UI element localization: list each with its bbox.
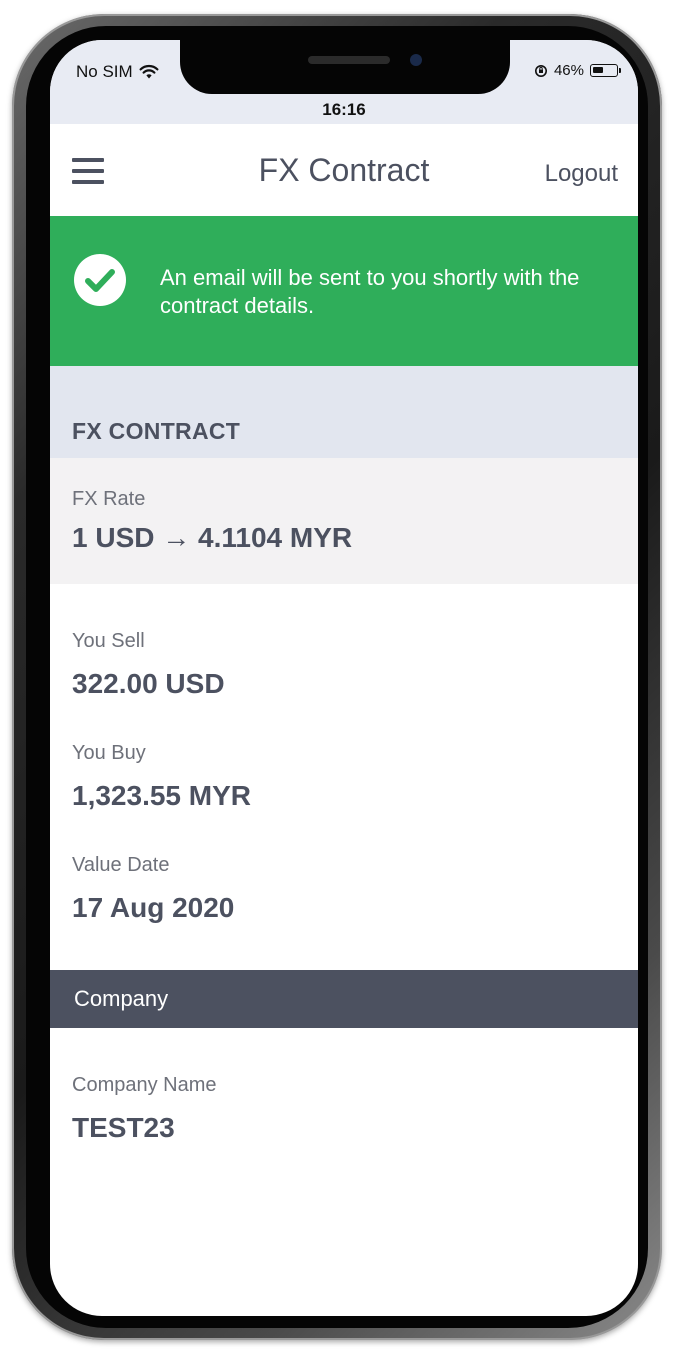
fx-rate-value: 1 USD → 4.1104 MYR xyxy=(72,522,353,553)
battery-indicator: 46% xyxy=(534,62,621,79)
speaker-grille xyxy=(308,56,390,64)
clock: 16:16 xyxy=(322,100,366,119)
status-bar: No SIM 46% 16:16 xyxy=(50,40,638,124)
camera-notch xyxy=(180,40,510,94)
front-camera xyxy=(410,54,422,66)
orientation-lock-icon xyxy=(534,64,547,77)
fx-rate-label: FX Rate xyxy=(72,488,146,510)
value-date-label: Value Date xyxy=(72,854,170,876)
logout-button[interactable]: Logout xyxy=(545,160,618,188)
battery-percent: 46% xyxy=(553,62,584,79)
you-buy-label: You Buy xyxy=(72,742,146,764)
fx-contract-section-header: FX CONTRACT xyxy=(50,366,638,458)
company-section-header: Company xyxy=(50,970,638,1028)
success-alert: An email will be sent to you shortly wit… xyxy=(50,216,638,366)
company-section-title: Company xyxy=(74,986,169,1011)
check-circle-icon xyxy=(74,254,126,306)
carrier-indicator: No SIM xyxy=(76,62,159,82)
you-sell-label: You Sell xyxy=(72,630,145,652)
company-name-value: TEST23 xyxy=(72,1112,175,1143)
fx-rate-block: FX Rate 1 USD → 4.1104 MYR xyxy=(50,458,638,584)
wifi-icon xyxy=(139,64,159,79)
alert-message: An email will be sent to you shortly wit… xyxy=(160,265,580,318)
you-sell-value: 322.00 USD xyxy=(72,668,225,699)
you-buy-value: 1,323.55 MYR xyxy=(72,780,251,811)
carrier-label: No SIM xyxy=(76,62,133,81)
battery-icon xyxy=(590,64,621,77)
top-navbar: FX Contract Logout xyxy=(50,124,638,216)
section-title: FX CONTRACT xyxy=(72,418,241,444)
company-name-label: Company Name xyxy=(72,1074,217,1096)
app-screen: No SIM 46% 16:16 FX Contract Logout An e… xyxy=(50,40,638,1316)
value-date-value: 17 Aug 2020 xyxy=(72,892,235,923)
